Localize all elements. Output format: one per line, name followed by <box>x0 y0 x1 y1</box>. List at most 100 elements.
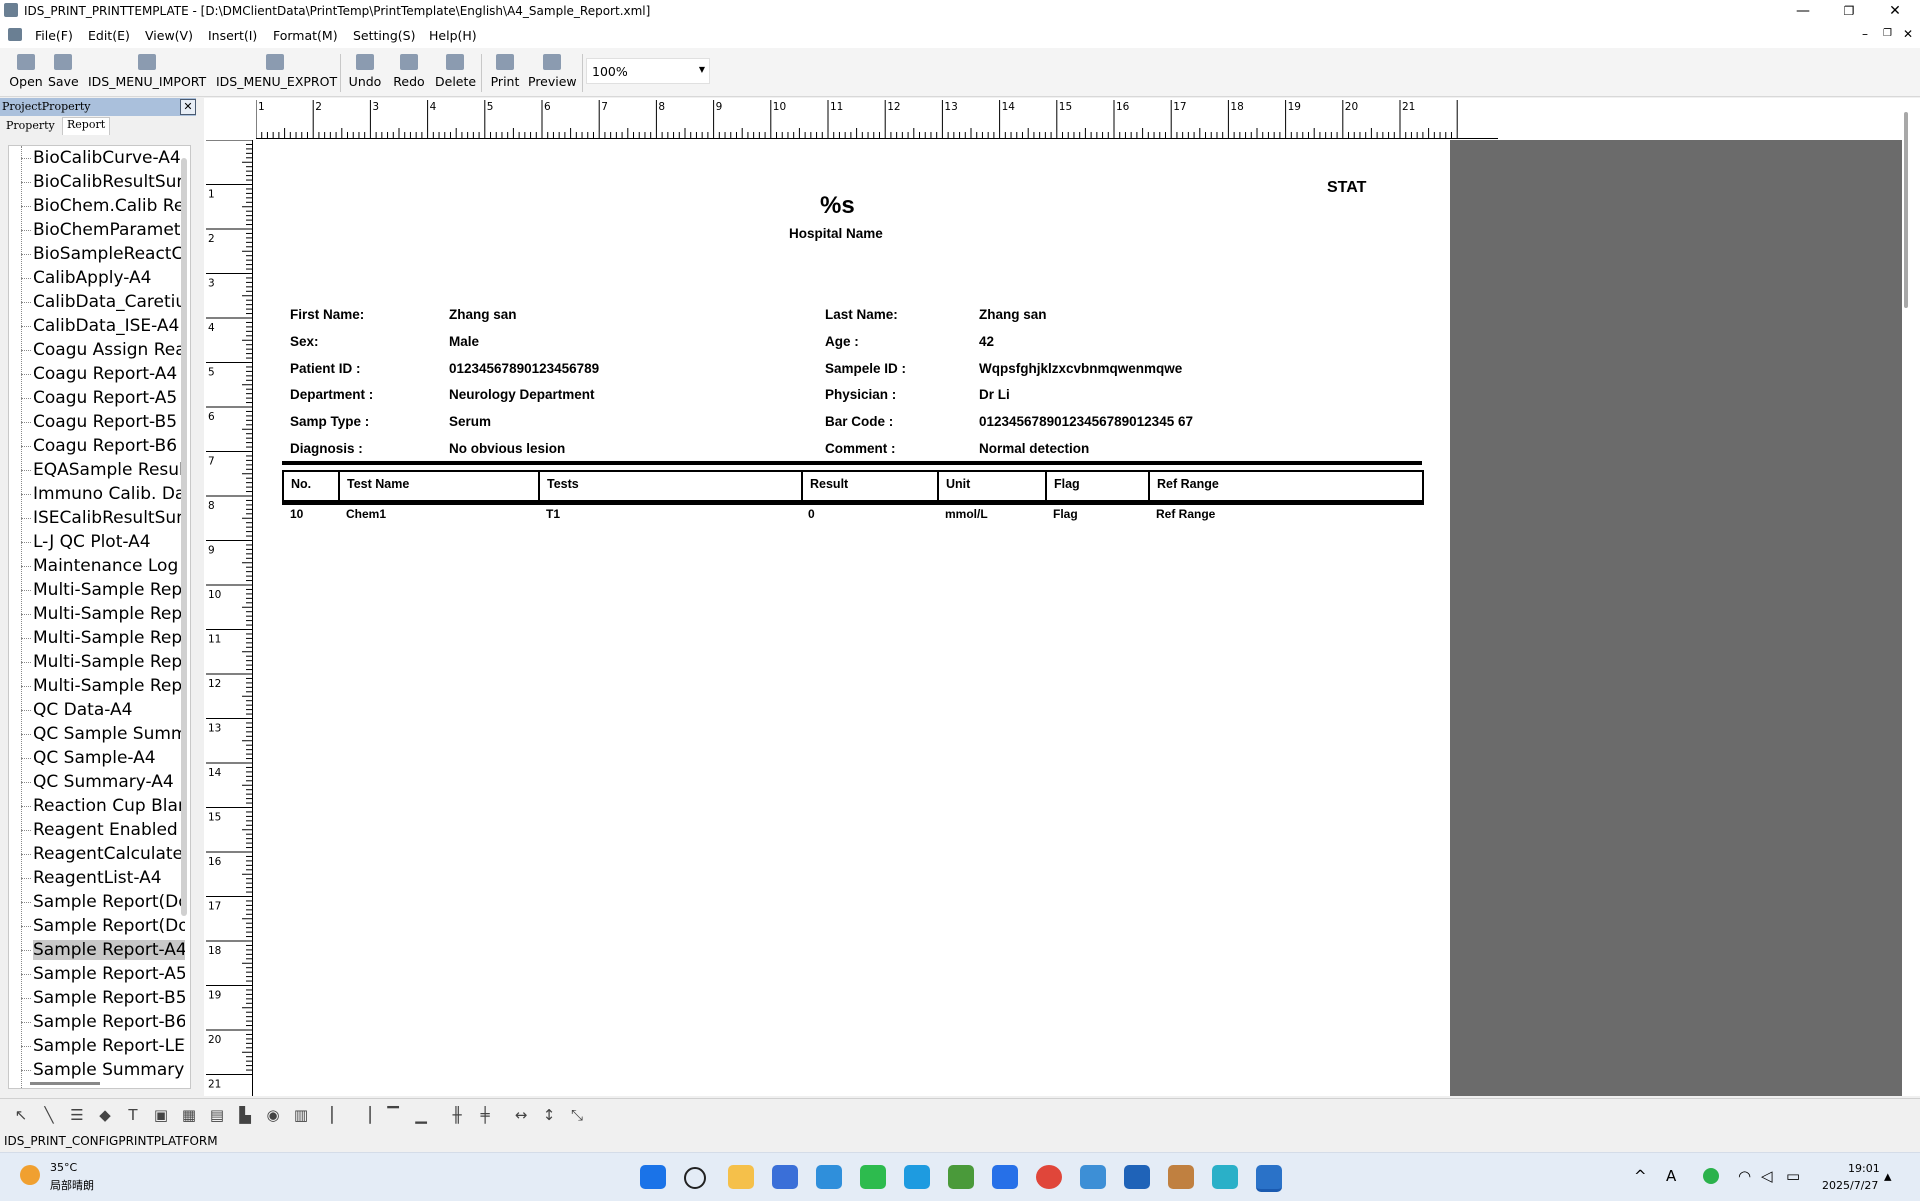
report-title[interactable]: %s <box>820 192 855 220</box>
mdi-restore-button[interactable]: ❐ <box>1883 28 1892 39</box>
department-value[interactable]: Neurology Department <box>449 387 595 402</box>
mdi-close-button[interactable]: ✕ <box>1903 27 1913 41</box>
report-item[interactable]: QC Sample-A4 <box>9 746 185 770</box>
report-item[interactable]: Sample Report-A4 <box>9 938 185 962</box>
menu-edit[interactable]: Edit(E) <box>88 28 130 43</box>
report-item[interactable]: Sample Report(Double) <box>9 914 185 938</box>
align-right-icon[interactable]: ▕ <box>356 1107 374 1123</box>
report-item[interactable]: EQASample Result <box>9 458 185 482</box>
patient-id-value[interactable]: 01234567890123456789 <box>449 361 599 376</box>
tag-icon[interactable]: ◆ <box>96 1107 114 1123</box>
report-item[interactable]: Coagu Assign Reagent <box>9 338 185 362</box>
row-ref-range[interactable]: Ref Range <box>1156 507 1215 521</box>
row-no[interactable]: 10 <box>290 507 303 521</box>
battery-icon[interactable]: ▭ <box>1786 1167 1800 1185</box>
comment-value[interactable]: Normal detection <box>979 441 1089 456</box>
report-item[interactable]: Sample Report-B5 <box>9 986 185 1010</box>
department-label[interactable]: Department : <box>290 387 373 402</box>
report-item[interactable]: QC Summary-A4 <box>9 770 185 794</box>
row-test-name[interactable]: Chem1 <box>346 507 386 521</box>
ime-indicator[interactable]: A <box>1666 1167 1676 1185</box>
menu-file[interactable]: File(F) <box>35 28 73 43</box>
report-item[interactable]: Multi-Sample Report <box>9 674 185 698</box>
design-scrollbar[interactable] <box>1904 112 1908 308</box>
comment-label[interactable]: Comment : <box>825 441 896 456</box>
last-name-label[interactable]: Last Name: <box>825 307 898 322</box>
clock-date[interactable]: 2025/7/27 <box>1822 1179 1878 1192</box>
open-button[interactable]: Open <box>8 52 44 94</box>
report-item[interactable]: Multi-Sample Report <box>9 578 185 602</box>
first-name-value[interactable]: Zhang san <box>449 307 517 322</box>
table-icon[interactable]: ▤ <box>208 1107 226 1123</box>
minimize-button[interactable]: — <box>1780 0 1826 22</box>
report-item[interactable]: Sample Report-A5 <box>9 962 185 986</box>
report-item[interactable]: Coagu Report-A4 <box>9 362 185 386</box>
align-top-icon[interactable]: ▔ <box>384 1107 402 1123</box>
same-size-icon[interactable]: ⤡ <box>568 1107 586 1123</box>
toolbox-icon[interactable] <box>1168 1165 1194 1189</box>
report-item[interactable]: Sample Report-B6 <box>9 1010 185 1034</box>
diagnosis-label[interactable]: Diagnosis : <box>290 441 363 456</box>
physician-label[interactable]: Physician : <box>825 387 896 402</box>
tree-horizontal-scrollbar[interactable] <box>30 1082 100 1085</box>
menu-format[interactable]: Format(M) <box>273 28 338 43</box>
chart-icon[interactable]: ▙ <box>236 1107 254 1123</box>
report-item[interactable]: Sample Summary Report <box>9 1058 185 1082</box>
tab-property[interactable]: Property <box>6 119 55 132</box>
report-item[interactable]: CalibApply-A4 <box>9 266 185 290</box>
report-item[interactable]: L-J QC Plot-A4 <box>9 530 185 554</box>
wechat-icon[interactable] <box>860 1165 886 1189</box>
samp-type-value[interactable]: Serum <box>449 414 491 429</box>
weather-temp[interactable]: 35°C <box>50 1161 77 1174</box>
results-table-header[interactable]: No. Test Name Tests Result Unit Flag Ref… <box>282 470 1424 505</box>
report-item[interactable]: Multi-Sample Report <box>9 602 185 626</box>
file-explorer-icon[interactable] <box>728 1165 754 1189</box>
report-item[interactable]: Sample Report-LETTER <box>9 1034 185 1058</box>
center-h-icon[interactable]: ╫ <box>448 1107 466 1123</box>
hospital-name[interactable]: Hospital Name <box>789 226 883 241</box>
report-item[interactable]: BioCalibCurve-A4 <box>9 146 185 170</box>
same-width-icon[interactable]: ↔ <box>512 1107 530 1123</box>
menu-help[interactable]: Help(H) <box>429 28 477 43</box>
sex-value[interactable]: Male <box>449 334 479 349</box>
cloud-app-icon[interactable] <box>992 1165 1018 1189</box>
edge-icon[interactable] <box>904 1165 930 1189</box>
text-icon[interactable]: T <box>124 1107 142 1123</box>
align-left-icon[interactable]: ▏ <box>328 1107 346 1123</box>
print-button[interactable]: Print <box>488 52 522 94</box>
notification-icon[interactable]: ▴ <box>1884 1167 1892 1185</box>
report-item[interactable]: BioSampleReactCurve <box>9 242 185 266</box>
report-item[interactable]: ISECalibResultSummary <box>9 506 185 530</box>
report-item[interactable]: ReagentList-A4 <box>9 866 185 890</box>
age-label[interactable]: Age : <box>825 334 859 349</box>
clock-time[interactable]: 19:01 <box>1848 1162 1880 1175</box>
export-button[interactable]: IDS_MENU_EXPROT <box>216 52 337 94</box>
age-value[interactable]: 42 <box>979 334 994 349</box>
menu-view[interactable]: View(V) <box>145 28 193 43</box>
app-p-icon[interactable] <box>772 1165 798 1189</box>
row-flag[interactable]: Flag <box>1053 507 1078 521</box>
report-item[interactable]: QC Sample Summary <box>9 722 185 746</box>
barcode-icon[interactable]: ▥ <box>292 1107 310 1123</box>
diagnosis-value[interactable]: No obvious lesion <box>449 441 565 456</box>
image-icon[interactable]: ▣ <box>152 1107 170 1123</box>
tree-scrollbar[interactable] <box>181 158 187 916</box>
same-height-icon[interactable]: ↕ <box>540 1107 558 1123</box>
report-item[interactable]: Immuno Calib. Data <box>9 482 185 506</box>
logo-icon[interactable]: ◉ <box>264 1107 282 1123</box>
chevron-down-icon[interactable]: ▼ <box>699 65 705 74</box>
report-item[interactable]: QC Data-A4 <box>9 698 185 722</box>
patient-id-label[interactable]: Patient ID : <box>290 361 361 376</box>
outlook-icon[interactable] <box>1124 1165 1150 1189</box>
search-icon[interactable] <box>684 1167 706 1189</box>
report-item[interactable]: Multi-Sample Report <box>9 626 185 650</box>
tab-report[interactable]: Report <box>62 117 111 135</box>
row-tests[interactable]: T1 <box>546 507 560 521</box>
last-name-value[interactable]: Zhang san <box>979 307 1047 322</box>
report-item[interactable]: ReagentCalculateList <box>9 842 185 866</box>
report-item[interactable]: CalibData_Caretium <box>9 290 185 314</box>
start-icon[interactable] <box>640 1165 666 1189</box>
panel-close-button[interactable]: ✕ <box>180 99 196 115</box>
report-item[interactable]: Coagu Report-B5 <box>9 410 185 434</box>
weather-desc[interactable]: 局部晴朗 <box>50 1177 94 1193</box>
